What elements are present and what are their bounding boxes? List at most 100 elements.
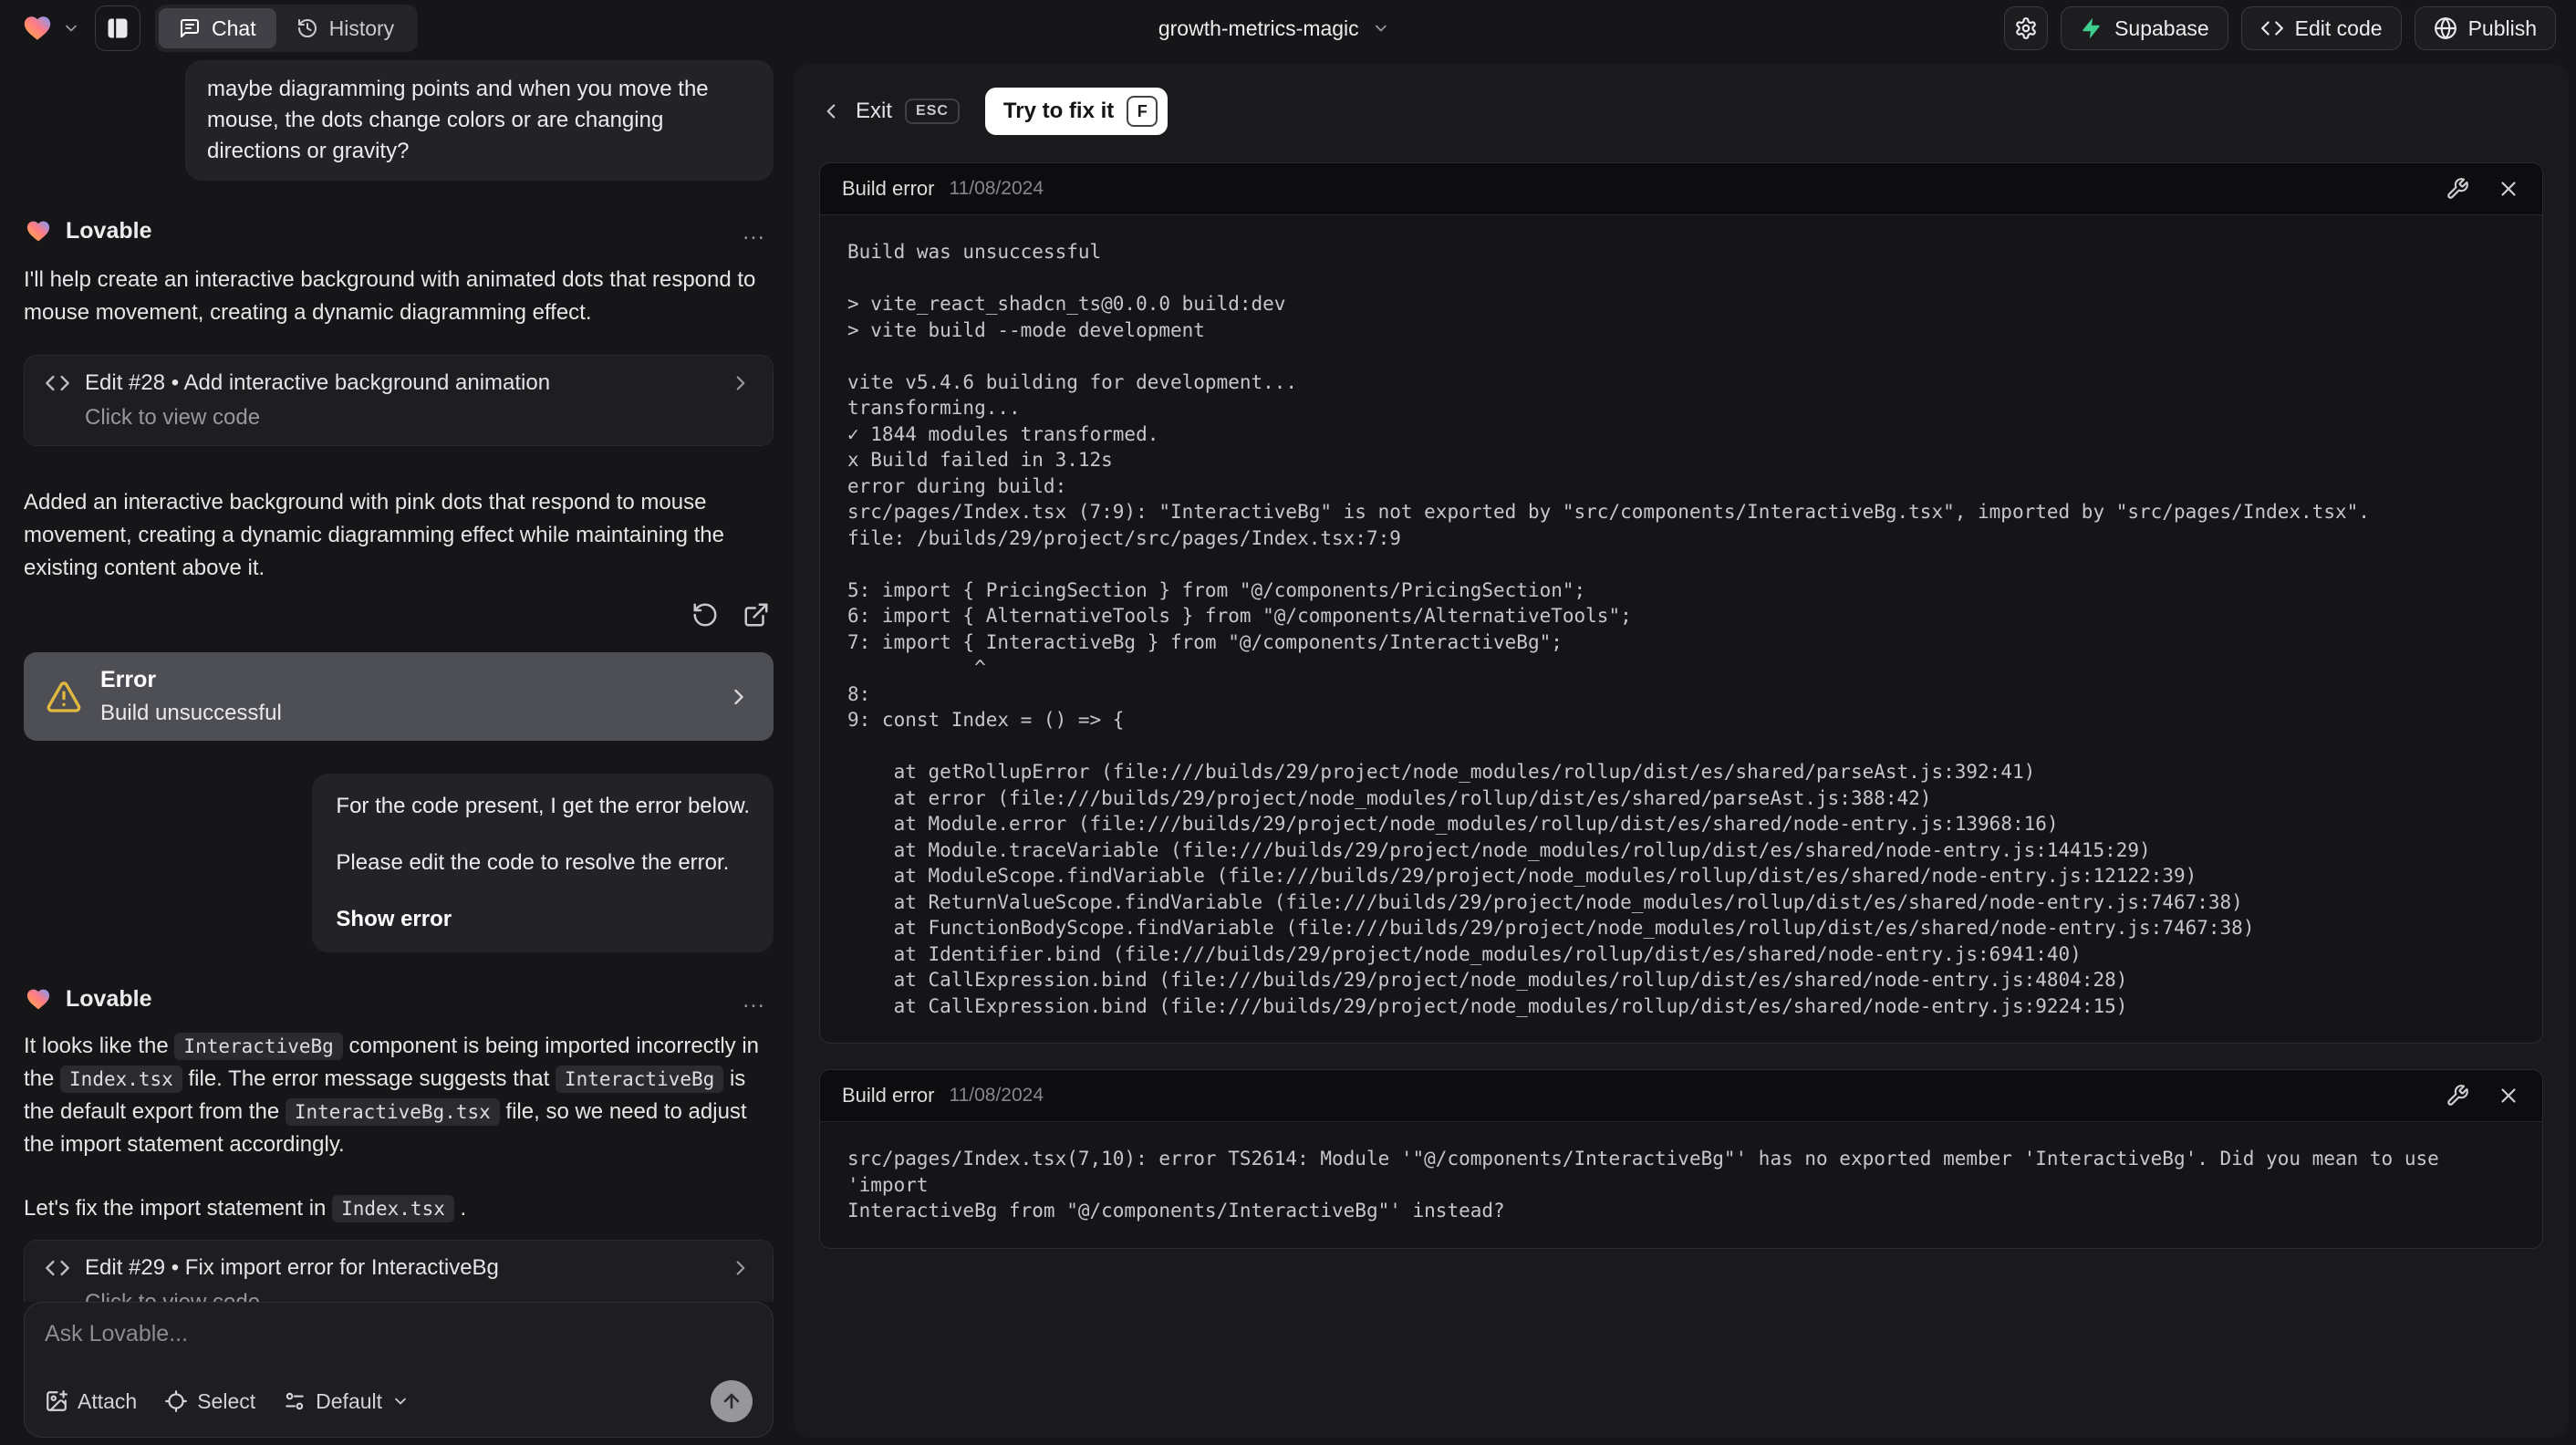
text-segment: Let's fix the import statement in [24, 1196, 333, 1221]
close-error-button[interactable] [2497, 177, 2520, 201]
sidebar-toggle-button[interactable] [95, 5, 140, 51]
assistant-name: Lovable [66, 986, 152, 1012]
user-message-line: For the code present, I get the error be… [336, 794, 750, 818]
build-error-title: Build error [842, 177, 935, 200]
user-message: For the code present, I get the error be… [312, 774, 774, 952]
wrench-icon [2447, 1085, 2468, 1106]
build-error-summary-card[interactable]: Error Build unsuccessful [24, 652, 774, 741]
tab-chat-label: Chat [212, 16, 256, 40]
assistant-name: Lovable [66, 218, 152, 244]
composer: Attach Select Default [24, 1302, 774, 1438]
code-icon [46, 1260, 69, 1276]
chat-bubble-icon [181, 19, 199, 37]
publish-label: Publish [2467, 16, 2537, 40]
code-icon [2260, 21, 2283, 36]
tab-chat[interactable]: Chat [159, 8, 276, 48]
build-error-body: Build was unsuccessful > vite_react_shad… [820, 215, 2542, 1043]
error-card-subtitle: Build unsuccessful [100, 701, 282, 725]
open-preview-button[interactable] [743, 601, 770, 629]
chevron-right-icon [734, 689, 743, 704]
topbar-left: Chat History [20, 5, 419, 52]
close-icon [2501, 1088, 2516, 1103]
refresh-icon [693, 603, 717, 627]
build-error-title: Build error [842, 1084, 935, 1107]
chevron-right-icon [736, 1261, 745, 1275]
supabase-button[interactable]: Supabase [2061, 6, 2228, 50]
edit-card-title: Edit #29 • Fix import error for Interact… [85, 1255, 499, 1280]
message-more-button[interactable]: … [742, 217, 774, 245]
wrench-icon [2447, 178, 2468, 199]
assistant-message: Added an interactive background with pin… [24, 490, 724, 580]
edit-card-title: Edit #28 • Add interactive background an… [85, 370, 551, 395]
send-button[interactable] [711, 1380, 753, 1422]
inline-code: InteractiveBg [555, 1066, 724, 1093]
edit-card-28[interactable]: Edit #28 • Add interactive background an… [24, 355, 774, 446]
edit-code-button[interactable]: Edit code [2240, 6, 2402, 50]
build-error-card-2: Build error 11/08/2024 src/pages/Index.t… [819, 1069, 2543, 1249]
message-more-button[interactable]: … [742, 985, 774, 1014]
error-card-title: Error [100, 667, 157, 692]
build-log: src/pages/Index.tsx(7,10): error TS2614:… [847, 1148, 2439, 1221]
build-error-actions [2446, 177, 2520, 201]
project-name: growth-metrics-magic [1158, 16, 1359, 40]
tab-history[interactable]: History [276, 8, 415, 48]
build-error-date: 11/08/2024 [949, 1085, 1044, 1106]
main-area: maybe diagramming points and when you mo… [0, 57, 2576, 1445]
mode-label: Default [316, 1388, 383, 1413]
target-icon [165, 1390, 188, 1412]
fix-error-button[interactable] [2446, 1084, 2469, 1107]
close-error-button[interactable] [2497, 1084, 2520, 1107]
fix-toolbar: Exit ESC Try to fix it F [819, 86, 2543, 137]
chat-input[interactable] [45, 1321, 753, 1347]
lovable-heart-icon [24, 16, 51, 40]
publish-button[interactable]: Publish [2414, 6, 2556, 50]
attach-label: Attach [78, 1388, 138, 1413]
lovable-logo-menu[interactable] [20, 13, 80, 44]
attach-button[interactable]: Attach [45, 1389, 137, 1414]
retry-button[interactable] [691, 601, 719, 629]
try-to-fix-button[interactable]: Try to fix it F [984, 88, 1169, 135]
assistant-message: I'll help create an interactive backgrou… [24, 267, 756, 325]
f-key-badge: F [1127, 96, 1158, 127]
settings-button[interactable] [2004, 6, 2049, 50]
error-overlay-panel: Exit ESC Try to fix it F Build error 11/… [794, 64, 2569, 1438]
edit-card-subtitle: Click to view code [85, 405, 261, 430]
chevron-down-icon [1375, 25, 1387, 32]
edit-card-29[interactable]: Edit #29 • Fix import error for Interact… [24, 1240, 774, 1302]
close-icon [2501, 182, 2516, 196]
warning-triangle-icon [47, 681, 81, 712]
build-error-actions [2446, 1084, 2520, 1107]
try-to-fix-label: Try to fix it [1002, 99, 1115, 123]
esc-key-badge: ESC [905, 99, 960, 124]
show-error-link[interactable]: Show error [336, 904, 750, 935]
build-error-header: Build error 11/08/2024 [820, 1070, 2542, 1122]
sliders-icon [286, 1392, 304, 1410]
exit-button[interactable]: Exit ESC [819, 99, 960, 124]
build-error-date: 11/08/2024 [949, 178, 1044, 199]
chat-messages[interactable]: maybe diagramming points and when you mo… [24, 57, 774, 1302]
select-element-button[interactable]: Select [164, 1389, 255, 1414]
history-icon [297, 19, 317, 37]
chevron-left-icon [826, 104, 836, 119]
mode-dropdown[interactable]: Default [283, 1389, 410, 1414]
exit-label: Exit [856, 99, 893, 123]
inline-code: Index.tsx [332, 1195, 454, 1222]
edit-code-label: Edit code [2294, 16, 2383, 40]
supabase-icon [2083, 17, 2100, 39]
composer-toolbar: Attach Select Default [45, 1380, 753, 1422]
gear-icon [2016, 17, 2036, 39]
arrow-up-icon [723, 1393, 740, 1409]
fix-error-button[interactable] [2446, 177, 2469, 201]
edit-card-row: Edit #28 • Add interactive background an… [45, 370, 753, 396]
app-window: Chat History growth-metrics-magic Supaba… [0, 0, 2576, 1445]
chevron-right-icon [736, 376, 745, 390]
build-error-card-1: Build error 11/08/2024 Build was unsucce… [819, 162, 2543, 1044]
panel-left-icon [108, 18, 128, 38]
assistant-message-header: Lovable … [24, 985, 774, 1014]
lovable-heart-icon [26, 989, 50, 1010]
inline-code: Index.tsx [60, 1066, 182, 1093]
inline-code: InteractiveBg.tsx [285, 1098, 500, 1126]
project-switcher[interactable]: growth-metrics-magic [1158, 0, 1390, 57]
text-segment: . [453, 1196, 467, 1221]
message-actions [24, 601, 774, 629]
